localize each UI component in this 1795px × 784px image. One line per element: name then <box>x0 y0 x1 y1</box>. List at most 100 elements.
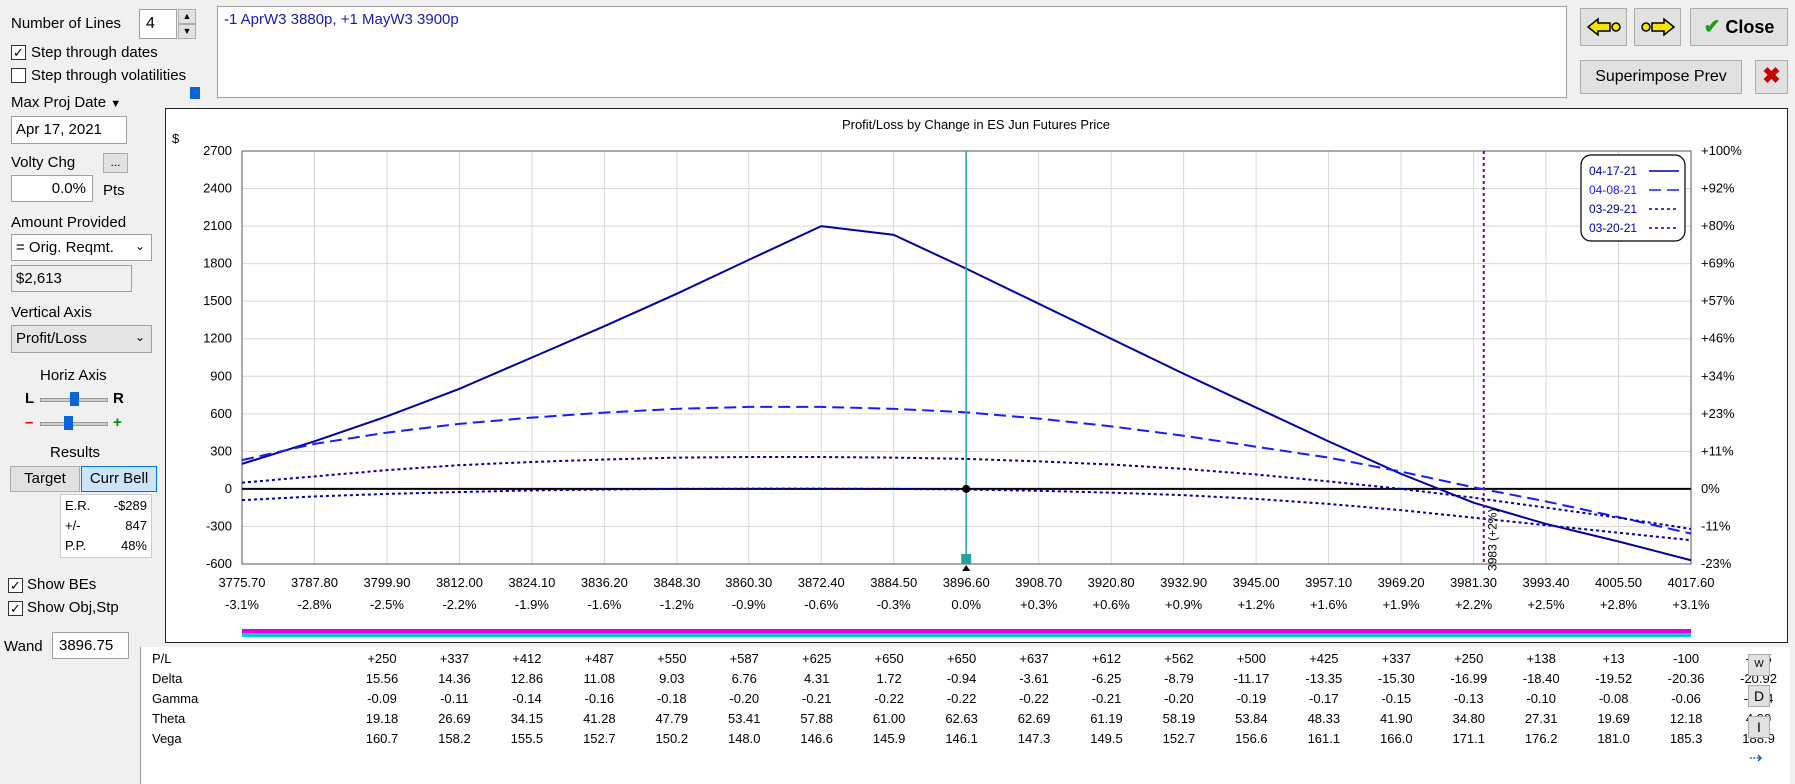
table-cell: -0.08 <box>1598 691 1629 706</box>
x-tick-label: 3920.80 <box>1088 575 1135 590</box>
x-tick-label: 3860.30 <box>725 575 772 590</box>
table-cell: 11.08 <box>583 671 616 686</box>
pm-label: +/- <box>65 518 81 533</box>
table-cell: 160.7 <box>365 731 399 746</box>
table-cell: 61.00 <box>872 711 906 726</box>
superimpose-prev-button[interactable]: Superimpose Prev <box>1580 60 1742 94</box>
table-cell: 152.7 <box>583 731 616 746</box>
table-cell: 9.03 <box>659 671 685 686</box>
table-cell: 19.18 <box>365 711 399 726</box>
x-tick-label: 3884.50 <box>870 575 917 590</box>
table-cell: -0.18 <box>656 691 687 706</box>
volty-options-button[interactable]: ... <box>103 153 128 173</box>
prev-button[interactable] <box>1580 8 1627 46</box>
x-pct-label: +2.8% <box>1600 597 1638 612</box>
zoom-slider[interactable] <box>40 422 108 426</box>
table-cell: 176.2 <box>1524 731 1558 746</box>
greeks-table: P/L +250 +337 +412 +487 +550 +587 +625 +650 +650 +… <box>140 647 1790 784</box>
close-button[interactable]: ✔ Close <box>1690 8 1788 46</box>
amount-select[interactable]: = Orig. Reqmt. ⌄ <box>11 234 152 261</box>
cancel-icon[interactable]: ✖ <box>1755 60 1788 94</box>
step-vol-checkbox[interactable] <box>11 68 26 83</box>
chevron-down-icon: ⌄ <box>134 330 145 344</box>
y-tick-label: -300 <box>206 518 232 533</box>
volty-chg-label: Volty Chg <box>11 154 76 171</box>
side-d-button[interactable]: D <box>1748 685 1770 707</box>
y-tick-label: 1200 <box>203 331 232 346</box>
x-pct-label: -1.9% <box>515 597 549 612</box>
max-proj-date-label[interactable]: Max Proj Date ▼ <box>11 94 121 111</box>
side-i-button[interactable]: I <box>1748 716 1770 738</box>
table-cell: +250 <box>1454 651 1484 666</box>
table-cell: 34.80 <box>1452 711 1486 726</box>
pp-label: P.P. <box>65 538 87 553</box>
table-cell: +550 <box>657 651 687 666</box>
side-w-button[interactable]: W <box>1748 654 1770 676</box>
x-pct-label: -2.8% <box>297 597 331 612</box>
table-row-label: Theta <box>152 711 186 726</box>
pl-chart[interactable]: Profit/Loss by Change in ES Jun Futures … <box>166 109 1787 642</box>
next-button[interactable] <box>1634 8 1681 46</box>
table-cell: 26.69 <box>438 711 471 726</box>
max-proj-date-input[interactable]: Apr 17, 2021 <box>11 116 127 144</box>
table-cell: -0.22 <box>1019 691 1049 706</box>
table-cell: -0.15 <box>1381 691 1412 706</box>
x-pct-label: +2.2% <box>1455 597 1493 612</box>
amount-value: $2,613 <box>11 265 132 292</box>
y2-tick-label: 0% <box>1701 481 1720 496</box>
target-button[interactable]: Target <box>10 466 80 492</box>
x-tick-label: 3848.30 <box>653 575 700 590</box>
probability-bar-cyan <box>242 633 1691 637</box>
volty-chg-input[interactable]: 0.0% <box>11 175 93 202</box>
wand-input[interactable]: 3896.75 <box>52 632 129 659</box>
y2-tick-label: +80% <box>1701 218 1735 233</box>
x-pct-label: +1.2% <box>1238 597 1276 612</box>
export-icon[interactable]: ⇢ <box>1749 748 1762 768</box>
table-cell: 14.36 <box>438 671 471 686</box>
horiz-axis-label: Horiz Axis <box>40 367 107 384</box>
y-tick-label: 2400 <box>203 181 232 196</box>
x-pct-label: +0.9% <box>1165 597 1203 612</box>
target-label: 3983 (+2%) <box>1486 509 1500 571</box>
er-label: E.R. <box>65 498 91 513</box>
y-tick-label: 2700 <box>203 143 232 158</box>
x-tick-label: 3896.60 <box>943 575 990 590</box>
show-obj-checkbox[interactable]: ✓ <box>8 601 23 616</box>
vol-slider-thumb[interactable] <box>190 87 200 99</box>
num-lines-input[interactable]: 4 <box>139 9 177 39</box>
table-cell: 1.72 <box>876 671 902 686</box>
zoom-thumb[interactable] <box>64 416 73 430</box>
num-lines-up-button[interactable]: ▲ <box>178 9 196 24</box>
step-dates-checkbox[interactable]: ✓ <box>11 45 26 60</box>
x-tick-label: 3872.40 <box>798 575 845 590</box>
table-cell: -0.21 <box>801 691 832 706</box>
table-cell: 58.19 <box>1162 711 1196 726</box>
table-cell: -18.40 <box>1522 671 1560 686</box>
curr-bell-button[interactable]: Curr Bell <box>81 466 157 492</box>
wand-marker <box>961 554 972 564</box>
chart-title: Profit/Loss by Change in ES Jun Futures … <box>842 117 1110 132</box>
table-cell: 34.15 <box>510 711 544 726</box>
num-lines-down-button[interactable]: ▼ <box>178 24 196 39</box>
y2-tick-label: -11% <box>1701 518 1731 533</box>
table-row-label: Delta <box>152 671 183 686</box>
horiz-range-thumb[interactable] <box>70 392 79 406</box>
step-vol-label: Step through volatilities <box>31 67 187 84</box>
x-pct-label: -0.6% <box>804 597 838 612</box>
table-cell: 152.7 <box>1162 731 1196 746</box>
vertical-axis-select[interactable]: Profit/Loss ⌄ <box>11 325 152 353</box>
y-tick-label: 900 <box>210 368 232 383</box>
table-cell: +625 <box>802 651 832 666</box>
table-cell: 145.9 <box>872 731 906 746</box>
wand-zero-point <box>962 484 971 493</box>
y2-tick-label: +46% <box>1701 331 1735 346</box>
show-bes-checkbox[interactable]: ✓ <box>8 578 23 593</box>
step-dates-label: Step through dates <box>31 44 158 61</box>
table-cell: 12.86 <box>510 671 544 686</box>
position-text[interactable]: -1 AprW3 3880p, +1 MayW3 3900p <box>217 6 1567 98</box>
table-cell: -0.94 <box>946 671 977 686</box>
table-cell: +612 <box>1091 651 1122 666</box>
table-cell: +412 <box>512 651 542 666</box>
table-cell: 148.0 <box>727 731 761 746</box>
x-tick-label: 3993.40 <box>1523 575 1570 590</box>
